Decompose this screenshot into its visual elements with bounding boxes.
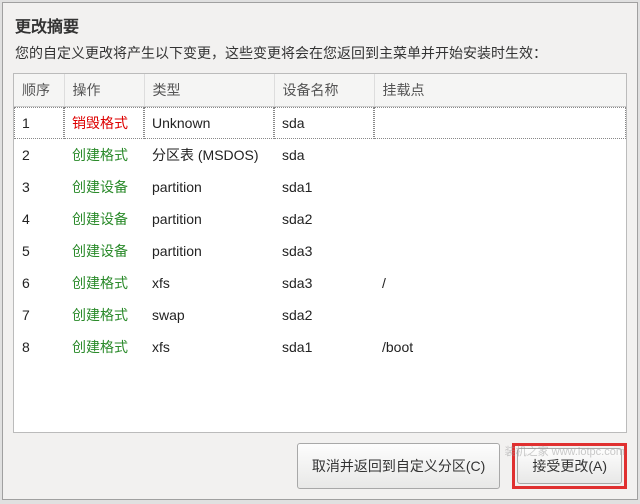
table-row[interactable]: 4创建设备partitionsda2 xyxy=(14,203,626,235)
col-header-operation[interactable]: 操作 xyxy=(64,74,144,107)
cell-type: xfs xyxy=(144,331,274,363)
cell-operation: 创建格式 xyxy=(64,299,144,331)
cell-device: sda2 xyxy=(274,203,374,235)
dialog-title: 更改摘要 xyxy=(3,3,637,43)
table-row[interactable]: 1销毁格式Unknownsda xyxy=(14,107,626,140)
cell-operation: 创建设备 xyxy=(64,171,144,203)
cell-type: 分区表 (MSDOS) xyxy=(144,139,274,171)
cell-mount xyxy=(374,139,626,171)
cell-operation: 创建格式 xyxy=(64,139,144,171)
col-header-mount[interactable]: 挂载点 xyxy=(374,74,626,107)
cell-operation: 创建设备 xyxy=(64,235,144,267)
cell-order: 6 xyxy=(14,267,64,299)
table-row[interactable]: 5创建设备partitionsda3 xyxy=(14,235,626,267)
cell-device: sda3 xyxy=(274,235,374,267)
cell-order: 8 xyxy=(14,331,64,363)
summary-dialog: 更改摘要 您的自定义更改将产生以下变更，这些变更将会在您返回到主菜单并开始安装时… xyxy=(2,2,638,500)
cell-device: sda xyxy=(274,107,374,140)
cell-mount: / xyxy=(374,267,626,299)
table-header-row: 顺序 操作 类型 设备名称 挂载点 xyxy=(14,74,626,107)
dialog-subtitle: 您的自定义更改将产生以下变更，这些变更将会在您返回到主菜单并开始安装时生效： xyxy=(3,43,637,73)
cell-mount xyxy=(374,299,626,331)
accept-highlight: 接受更改(A) xyxy=(512,443,627,489)
table-row[interactable]: 7创建格式swapsda2 xyxy=(14,299,626,331)
col-header-device[interactable]: 设备名称 xyxy=(274,74,374,107)
cell-mount: /boot xyxy=(374,331,626,363)
accept-button[interactable]: 接受更改(A) xyxy=(517,448,622,484)
cell-operation: 创建设备 xyxy=(64,203,144,235)
cell-order: 3 xyxy=(14,171,64,203)
table-row[interactable]: 8创建格式xfssda1/boot xyxy=(14,331,626,363)
cell-device: sda1 xyxy=(274,171,374,203)
cell-order: 5 xyxy=(14,235,64,267)
cell-device: sda3 xyxy=(274,267,374,299)
cell-type: xfs xyxy=(144,267,274,299)
cancel-button[interactable]: 取消并返回到自定义分区(C) xyxy=(297,443,500,489)
cell-order: 2 xyxy=(14,139,64,171)
cell-order: 7 xyxy=(14,299,64,331)
col-header-order[interactable]: 顺序 xyxy=(14,74,64,107)
cell-type: partition xyxy=(144,171,274,203)
table-row[interactable]: 3创建设备partitionsda1 xyxy=(14,171,626,203)
cell-mount xyxy=(374,171,626,203)
cell-operation: 销毁格式 xyxy=(64,107,144,140)
table-row[interactable]: 6创建格式xfssda3/ xyxy=(14,267,626,299)
cell-mount xyxy=(374,235,626,267)
changes-table-wrap: 顺序 操作 类型 设备名称 挂载点 1销毁格式Unknownsda2创建格式分区… xyxy=(13,73,627,433)
cell-mount xyxy=(374,203,626,235)
cell-order: 4 xyxy=(14,203,64,235)
cell-operation: 创建格式 xyxy=(64,267,144,299)
changes-table: 顺序 操作 类型 设备名称 挂载点 1销毁格式Unknownsda2创建格式分区… xyxy=(14,74,626,363)
cell-device: sda2 xyxy=(274,299,374,331)
cell-mount xyxy=(374,107,626,140)
cell-device: sda xyxy=(274,139,374,171)
button-row: 取消并返回到自定义分区(C) 接受更改(A) xyxy=(3,433,637,499)
col-header-type[interactable]: 类型 xyxy=(144,74,274,107)
cell-operation: 创建格式 xyxy=(64,331,144,363)
table-row[interactable]: 2创建格式分区表 (MSDOS)sda xyxy=(14,139,626,171)
cell-type: Unknown xyxy=(144,107,274,140)
cell-device: sda1 xyxy=(274,331,374,363)
cell-order: 1 xyxy=(14,107,64,140)
cell-type: swap xyxy=(144,299,274,331)
cell-type: partition xyxy=(144,203,274,235)
cell-type: partition xyxy=(144,235,274,267)
